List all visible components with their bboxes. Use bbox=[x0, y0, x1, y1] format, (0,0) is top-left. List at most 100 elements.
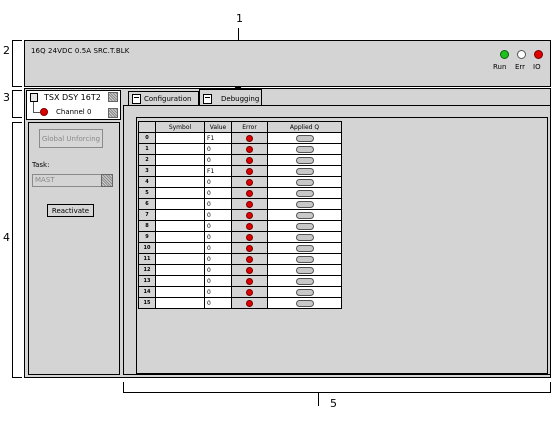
symbol-cell[interactable] bbox=[155, 132, 205, 144]
symbol-cell[interactable] bbox=[155, 242, 205, 254]
callout-2-bracket-bottom bbox=[12, 86, 22, 87]
value-cell[interactable]: 0 bbox=[204, 286, 232, 298]
table-row[interactable]: 14 0 bbox=[138, 286, 342, 298]
error-led-icon bbox=[246, 211, 253, 219]
row-index: 14 bbox=[138, 286, 156, 298]
tab-configuration-label: Configuration bbox=[144, 95, 192, 103]
applied-q-indicator-icon bbox=[295, 255, 314, 263]
value-cell[interactable]: 0 bbox=[204, 187, 232, 199]
value-cell[interactable]: F1 bbox=[204, 165, 232, 177]
table-row[interactable]: 70 bbox=[138, 209, 342, 221]
symbol-cell[interactable] bbox=[155, 187, 205, 199]
symbol-cell[interactable] bbox=[155, 220, 205, 232]
applied-q-indicator-icon bbox=[295, 299, 314, 307]
applied-q-indicator-icon bbox=[295, 244, 314, 252]
callout-1: 1 bbox=[236, 12, 243, 25]
table-row[interactable]: 50 bbox=[138, 187, 342, 199]
task-label: Task: bbox=[32, 161, 50, 169]
value-cell[interactable]: 0 bbox=[204, 253, 232, 265]
tab-debugging-label: Debugging bbox=[221, 94, 260, 103]
row-index: 0 bbox=[138, 132, 156, 144]
symbol-cell[interactable] bbox=[155, 209, 205, 221]
table-row[interactable]: 20 bbox=[138, 154, 342, 166]
value-cell[interactable]: 0 bbox=[204, 154, 232, 166]
value-cell[interactable]: 0 bbox=[204, 242, 232, 254]
error-cell bbox=[231, 286, 268, 298]
table-row[interactable]: 60 bbox=[138, 198, 342, 210]
table-row[interactable]: 3 F1 bbox=[138, 165, 342, 177]
table-row[interactable]: 10 bbox=[138, 143, 342, 155]
applied-q-indicator-icon bbox=[295, 178, 314, 186]
channel-status-icon bbox=[40, 108, 48, 116]
channel-expand-icon[interactable] bbox=[108, 108, 118, 118]
callout-3: 3 bbox=[3, 91, 10, 104]
reactivate-button[interactable]: Reactivate bbox=[47, 204, 94, 217]
symbol-cell[interactable] bbox=[155, 154, 205, 166]
run-led-label: Run bbox=[493, 63, 507, 71]
symbol-cell[interactable] bbox=[155, 231, 205, 243]
error-led-icon bbox=[246, 233, 253, 241]
error-cell bbox=[231, 231, 268, 243]
error-led-icon bbox=[246, 167, 253, 175]
row-index: 9 bbox=[138, 231, 156, 243]
symbol-cell[interactable] bbox=[155, 275, 205, 287]
symbol-cell[interactable] bbox=[155, 198, 205, 210]
callout-4-bracket bbox=[12, 122, 13, 378]
global-unforcing-button[interactable]: Global Unforcing bbox=[39, 129, 103, 148]
applied-q-indicator-icon bbox=[295, 211, 314, 219]
task-select[interactable]: MAST bbox=[32, 174, 102, 187]
table-row[interactable]: 12 0 bbox=[138, 264, 342, 276]
symbol-cell[interactable] bbox=[155, 286, 205, 298]
table-row[interactable]: 13 0 bbox=[138, 275, 342, 287]
channel-table: Symbol Value Error Applied Q 0 F1 10 20 3… bbox=[138, 121, 342, 309]
error-header: Error bbox=[231, 121, 268, 133]
applied-q-cell bbox=[267, 286, 342, 298]
applied-q-cell bbox=[267, 242, 342, 254]
table-row[interactable]: 15 0 bbox=[138, 297, 342, 309]
applied-q-cell bbox=[267, 132, 342, 144]
module-header: 16Q 24VDC 0.5A SRC.T.BLK Run Err IO bbox=[24, 40, 551, 87]
callout-5-bracket bbox=[123, 392, 551, 393]
value-cell[interactable]: 0 bbox=[204, 264, 232, 276]
value-cell[interactable]: 0 bbox=[204, 275, 232, 287]
table-row[interactable]: 90 bbox=[138, 231, 342, 243]
value-cell[interactable]: 0 bbox=[204, 198, 232, 210]
tree-channel[interactable]: Channel 0 bbox=[56, 108, 91, 116]
symbol-cell[interactable] bbox=[155, 176, 205, 188]
value-cell[interactable]: 0 bbox=[204, 209, 232, 221]
error-cell bbox=[231, 132, 268, 144]
value-cell[interactable]: 0 bbox=[204, 297, 232, 309]
value-cell[interactable]: 0 bbox=[204, 176, 232, 188]
value-cell[interactable]: 0 bbox=[204, 143, 232, 155]
applied-q-indicator-icon bbox=[295, 156, 314, 164]
table-row[interactable]: 10 0 bbox=[138, 242, 342, 254]
symbol-cell[interactable] bbox=[155, 165, 205, 177]
symbol-cell[interactable] bbox=[155, 143, 205, 155]
tree-device[interactable]: TSX DSY 16T2 bbox=[44, 93, 101, 102]
symbol-cell[interactable] bbox=[155, 264, 205, 276]
value-cell[interactable]: 0 bbox=[204, 231, 232, 243]
applied-q-indicator-icon bbox=[295, 200, 314, 208]
callout-5-leader bbox=[318, 392, 319, 406]
table-row[interactable]: 40 bbox=[138, 176, 342, 188]
callout-2-bracket-top bbox=[12, 40, 22, 41]
value-cell[interactable]: F1 bbox=[204, 132, 232, 144]
error-cell bbox=[231, 176, 268, 188]
table-row[interactable]: 80 bbox=[138, 220, 342, 232]
value-cell[interactable]: 0 bbox=[204, 220, 232, 232]
err-led-icon bbox=[517, 50, 526, 59]
error-led-icon bbox=[246, 288, 253, 296]
applied-q-cell bbox=[267, 209, 342, 221]
error-cell bbox=[231, 253, 268, 265]
io-led-label: IO bbox=[533, 63, 541, 71]
table-row[interactable]: 11 0 bbox=[138, 253, 342, 265]
symbol-cell[interactable] bbox=[155, 253, 205, 265]
applied-q-cell bbox=[267, 198, 342, 210]
table-row[interactable]: 0 F1 bbox=[138, 132, 342, 144]
callout-4-bracket-bottom bbox=[12, 377, 22, 378]
symbol-cell[interactable] bbox=[155, 297, 205, 309]
applied-q-cell bbox=[267, 154, 342, 166]
task-dropdown-icon[interactable] bbox=[101, 174, 113, 187]
debugging-tab-icon bbox=[203, 93, 212, 104]
device-expand-icon[interactable] bbox=[108, 92, 118, 102]
